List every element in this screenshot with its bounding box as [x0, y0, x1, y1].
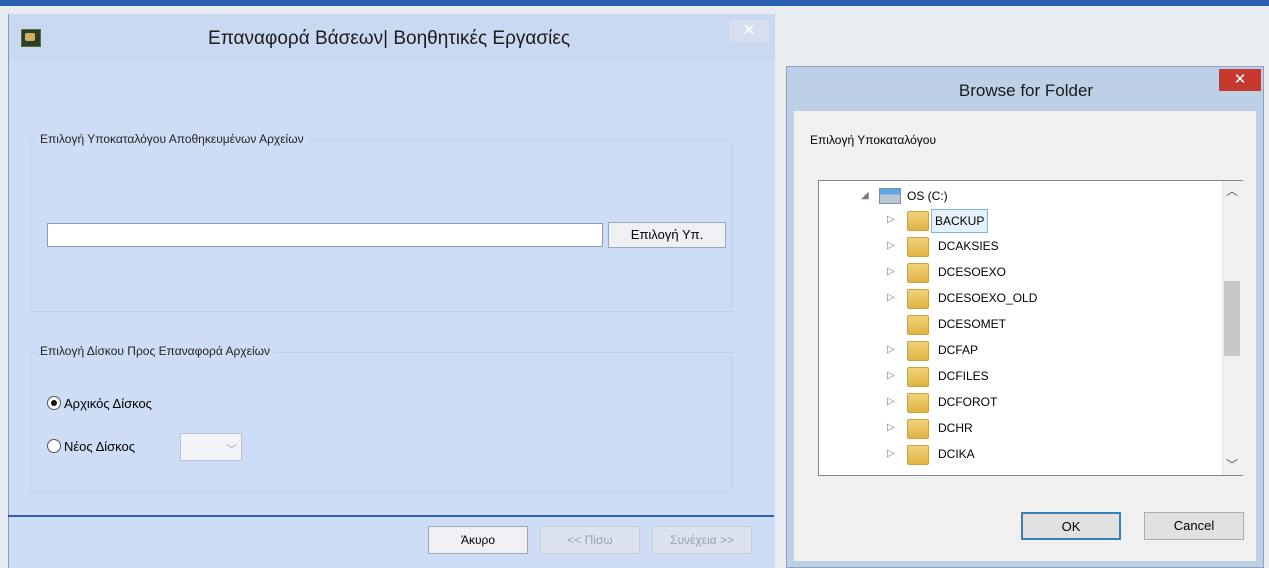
new-disk-label[interactable]: Νέος Δίσκος — [64, 439, 135, 454]
wizard-title-bar[interactable]: Επαναφορά Βάσεων| Βοηθητικές Εργασίες ✕ — [9, 14, 775, 60]
folder-label: DCHR — [938, 421, 973, 435]
folder-icon — [907, 315, 929, 335]
folder-tree[interactable]: ◢ OS (C:) ▷ BACKUP ▷ DCAKSIES ▷ DCESOEXO ▷ DCES… — [818, 180, 1243, 476]
tree-folder-row[interactable]: ▷ DCESOEXO_OLD — [887, 287, 1227, 313]
folder-icon — [907, 263, 929, 283]
folder-label: DCFOROT — [938, 395, 998, 409]
ok-button[interactable]: OK — [1021, 512, 1121, 540]
folder-icon — [907, 393, 929, 413]
collapsed-arrow-icon[interactable]: ▷ — [887, 417, 895, 439]
restore-disk-group — [30, 352, 732, 492]
expanded-arrow-icon[interactable]: ◢ — [861, 185, 869, 207]
folder-label: DCFILES — [938, 369, 989, 383]
tree-folder-row[interactable]: ▷ DCAKSIES — [887, 235, 1227, 261]
folder-label: DCAKSIES — [938, 239, 999, 253]
dialog-description: Επιλογή Υποκαταλόγου — [810, 133, 937, 147]
folder-path-input[interactable] — [47, 223, 603, 247]
folder-icon — [907, 367, 929, 387]
scroll-down-icon[interactable]: ﹀ — [1222, 455, 1242, 475]
folder-label: DCESOMET — [938, 317, 1007, 331]
wizard-title: Επαναφορά Βάσεων| Βοηθητικές Εργασίες — [208, 28, 570, 49]
folder-label: DCESOEXO — [938, 265, 1007, 279]
original-disk-radio[interactable] — [47, 396, 61, 410]
collapsed-arrow-icon[interactable]: ▷ — [887, 287, 895, 309]
scrollbar-thumb[interactable] — [1224, 281, 1240, 356]
tree-folder-row[interactable]: ▷ DCIKA — [887, 443, 1227, 469]
collapsed-arrow-icon[interactable]: ▷ — [887, 235, 895, 257]
collapsed-arrow-icon[interactable]: ▷ — [887, 261, 895, 283]
original-disk-label[interactable]: Αρχικός Δίσκος — [64, 396, 152, 411]
dialog-title: Browse for Folder — [958, 81, 1094, 100]
collapsed-arrow-icon[interactable]: ▷ — [887, 339, 895, 361]
tree-folder-row[interactable]: ▷ DCFILES — [887, 365, 1227, 391]
folder-icon — [907, 341, 929, 361]
folder-icon — [907, 211, 929, 231]
folder-label: DCIKA — [938, 447, 975, 461]
folder-icon — [907, 289, 929, 309]
dialog-cancel-button[interactable]: Cancel — [1144, 512, 1244, 540]
restore-disk-legend: Επιλογή Δίσκου Προς Επαναφορά Αρχείων — [36, 344, 274, 358]
app-logo-icon — [21, 29, 41, 47]
back-button[interactable]: << Πίσω — [540, 526, 640, 554]
select-folder-button[interactable]: Επιλογή Υπ. — [608, 222, 726, 248]
next-button[interactable]: Συνέχεια >> — [652, 526, 752, 554]
folder-icon — [907, 419, 929, 439]
collapsed-arrow-icon[interactable]: ▷ — [887, 365, 895, 387]
tree-folder-row[interactable]: DCESOMET — [887, 313, 1227, 339]
collapsed-arrow-icon[interactable]: ▷ — [887, 443, 895, 465]
cancel-button[interactable]: Άκυρο — [428, 526, 528, 554]
chevron-down-icon: ﹀ — [226, 444, 237, 456]
collapsed-arrow-icon[interactable]: ▷ — [887, 209, 895, 231]
scroll-up-icon[interactable]: ︿ — [1222, 181, 1242, 201]
saved-files-folder-legend: Επιλογή Υποκαταλόγου Αποθηκευμένων Αρχεί… — [36, 132, 308, 146]
folder-label: DCFAP — [938, 343, 979, 357]
folder-icon — [907, 237, 929, 257]
tree-drive-row[interactable]: ◢ OS (C:) — [861, 185, 1221, 211]
tree-folder-row[interactable]: ▷ DCFOROT — [887, 391, 1227, 417]
tree-folder-row[interactable]: ▷ BACKUP — [887, 209, 1227, 235]
folder-label: DCESOEXO_OLD — [938, 291, 1038, 305]
new-disk-radio[interactable] — [47, 439, 61, 453]
dialog-close-button[interactable]: ✕ — [1219, 69, 1261, 91]
close-button[interactable]: ✕ — [729, 20, 769, 42]
drive-label: OS (C:) — [907, 189, 948, 203]
tree-folder-row[interactable]: ▷ DCFAP — [887, 339, 1227, 365]
tree-folder-row[interactable]: ▷ DCHR — [887, 417, 1227, 443]
folder-icon — [907, 445, 929, 465]
drive-icon — [879, 188, 901, 204]
wizard-footer-divider — [8, 515, 774, 517]
folder-label: BACKUP — [931, 209, 989, 233]
collapsed-arrow-icon[interactable]: ▷ — [887, 391, 895, 413]
tree-folder-row[interactable]: ▷ DCESOEXO — [887, 261, 1227, 287]
